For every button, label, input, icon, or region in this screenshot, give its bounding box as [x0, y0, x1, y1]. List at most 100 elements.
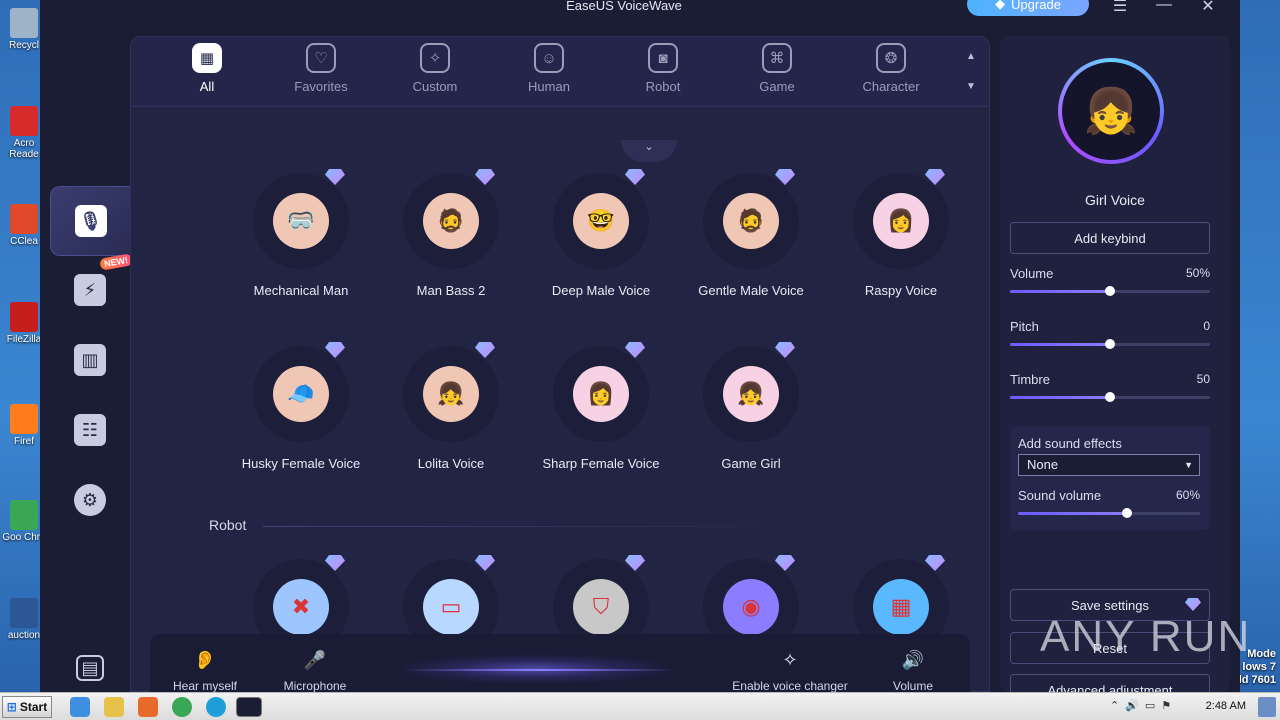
- taskbar: ⊞ Start ⌃🔊▭⚑ 2:48 AM: [0, 692, 1280, 720]
- volume-knob[interactable]: [1105, 286, 1115, 296]
- voice-card[interactable]: 🧔 Man Bass 2: [376, 169, 526, 298]
- premium-diamond-icon: [775, 342, 795, 358]
- timbre-knob[interactable]: [1105, 392, 1115, 402]
- sound-effect-select[interactable]: None ▼: [1018, 454, 1200, 476]
- premium-diamond-icon: [925, 169, 945, 185]
- tab-scroll-up-icon[interactable]: ▲: [963, 51, 979, 62]
- nav-guide[interactable]: ▤: [62, 640, 118, 692]
- tab-favorites[interactable]: ♡ Favorites: [273, 43, 369, 94]
- voice-name: Lolita Voice: [417, 456, 485, 471]
- show-desktop-icon[interactable]: [1258, 697, 1276, 717]
- nav-settings[interactable]: ⚙: [62, 472, 118, 528]
- antenna-robot-icon: ◉: [723, 579, 779, 635]
- tab-scroll-down-icon[interactable]: ▼: [963, 81, 979, 92]
- sound-volume-knob[interactable]: [1122, 508, 1133, 518]
- voice-list-panel: ▦ All ♡ Favorites ✧ Custom ☺ Human ◙ Robot ⌘ Game ❂ C…: [130, 36, 990, 692]
- watermark: ANY RUN: [1040, 612, 1252, 661]
- voice-card[interactable]: 👩 Raspy Voice: [826, 169, 976, 298]
- upgrade-label: Upgrade: [1011, 0, 1061, 12]
- left-nav: 🎙 ⚡ NEW! ▥ ☷ ⚙ ▤: [40, 0, 133, 692]
- desktop-app-icon: [10, 8, 38, 38]
- voice-avatar: 🧢: [253, 342, 349, 442]
- upgrade-button[interactable]: ◆ Upgrade: [967, 0, 1089, 16]
- windows-logo-icon: ⊞: [6, 700, 17, 714]
- tab-custom[interactable]: ✧ Custom: [387, 43, 483, 94]
- visor-robot-icon: ▭: [423, 579, 479, 635]
- premium-diamond-icon: [775, 169, 795, 185]
- lightning-icon: ⚡: [74, 274, 106, 306]
- voice-avatar: 🤓: [553, 169, 649, 269]
- tab-robot[interactable]: ◙ Robot: [615, 43, 711, 94]
- chrome-icon[interactable]: [172, 697, 192, 717]
- speaker-icon: 🔊: [901, 650, 925, 670]
- microphone-sparkle-icon: 🎙: [74, 205, 107, 237]
- nav-voice-changer[interactable]: 🎙: [50, 186, 130, 256]
- tab-human[interactable]: ☺ Human: [501, 43, 597, 94]
- voice-card[interactable]: 🤓 Deep Male Voice: [526, 169, 676, 298]
- nav-soundboard[interactable]: ⚡: [62, 262, 118, 318]
- start-button[interactable]: ⊞ Start: [2, 696, 52, 718]
- human-icon: ☺: [534, 43, 564, 73]
- nav-audio-library[interactable]: ▥: [62, 332, 118, 388]
- voice-name: Deep Male Voice: [551, 283, 651, 298]
- robot-icon: ◙: [648, 43, 678, 73]
- voice-avatar: 👧: [703, 342, 799, 442]
- premium-diamond-icon: [325, 342, 345, 358]
- media-player-icon[interactable]: [138, 697, 158, 717]
- sound-volume-slider[interactable]: Sound volume 60%: [1018, 488, 1200, 518]
- advanced-adjustment-button[interactable]: Advanced adjustment: [1010, 674, 1210, 692]
- nav-mixer[interactable]: ☷: [62, 402, 118, 458]
- voicewave-taskbar-icon[interactable]: [236, 697, 262, 717]
- desktop-app-icon: [10, 106, 38, 136]
- ear-icon: 👂: [193, 650, 217, 670]
- gamepad-icon: ⌘: [762, 43, 792, 73]
- tab-game[interactable]: ⌘ Game: [729, 43, 825, 94]
- premium-diamond-icon: [625, 169, 645, 185]
- voice-face-icon: 🧔: [723, 193, 779, 249]
- tab-character[interactable]: ❂ Character: [843, 43, 939, 94]
- voice-card[interactable]: 🧔 Gentle Male Voice: [676, 169, 826, 298]
- pitch-slider[interactable]: Pitch 0: [1010, 319, 1210, 349]
- dead-robot-icon: ✖: [273, 579, 329, 635]
- voice-card[interactable]: 👧 Lolita Voice: [376, 342, 526, 471]
- close-icon[interactable]: ✕: [1196, 0, 1220, 16]
- voice-avatar: 👩: [553, 342, 649, 442]
- voice-name: Sharp Female Voice: [542, 456, 660, 471]
- microphone-toggle[interactable]: 🎤 Microphone: [260, 650, 370, 692]
- timbre-slider[interactable]: Timbre 50: [1010, 372, 1210, 402]
- mecha-robot-icon: ⛉: [573, 579, 629, 635]
- pitch-knob[interactable]: [1105, 339, 1115, 349]
- voice-face-icon: 👩: [573, 366, 629, 422]
- enable-voice-changer-toggle[interactable]: ✧ Enable voice changer: [725, 650, 855, 692]
- volume-slider[interactable]: Volume 50%: [1010, 266, 1210, 296]
- desktop-app-icon: [10, 598, 38, 628]
- section-robot-label: Robot: [209, 517, 247, 533]
- edge-icon[interactable]: [206, 697, 226, 717]
- voice-card[interactable]: 👩 Sharp Female Voice: [526, 342, 676, 471]
- menu-icon[interactable]: ☰: [1108, 0, 1132, 16]
- microphone-icon: 🎤: [303, 650, 327, 670]
- voice-avatar: 👩: [853, 169, 949, 269]
- folder-icon[interactable]: [104, 697, 124, 717]
- minimize-icon[interactable]: —: [1152, 0, 1176, 14]
- ie-icon[interactable]: [70, 697, 90, 717]
- desktop-app-icon: [10, 404, 38, 434]
- voice-card[interactable]: 👧 Game Girl: [676, 342, 826, 471]
- tab-all[interactable]: ▦ All: [159, 43, 255, 94]
- premium-diamond-icon: [925, 555, 945, 571]
- voice-name: Man Bass 2: [416, 283, 486, 298]
- film-reel-icon: ❂: [876, 43, 906, 73]
- voicewave-window: EaseUS VoiceWave ◆ Upgrade ☰ — ✕ 🎙 ⚡ NEW…: [40, 0, 1240, 692]
- voice-card[interactable]: 🥽 Mechanical Man: [226, 169, 376, 298]
- premium-diamond-icon: [475, 342, 495, 358]
- hologram-robot-icon: ▦: [873, 579, 929, 635]
- add-keybind-button[interactable]: Add keybind: [1010, 222, 1210, 254]
- waveform-icon: ▥: [74, 344, 106, 376]
- bottom-control-bar: 👂 Hear myself 🎤 Microphone ✧ Enable voic…: [150, 634, 970, 692]
- voice-card[interactable]: 🧢 Husky Female Voice: [226, 342, 376, 471]
- collapse-chevron-icon[interactable]: ⌄: [621, 140, 677, 162]
- volume-control[interactable]: 🔊 Volume: [858, 650, 968, 692]
- diamond-icon: ◆: [995, 0, 1006, 11]
- grid-icon: ▦: [192, 43, 222, 73]
- hear-myself-toggle[interactable]: 👂 Hear myself: [150, 650, 260, 692]
